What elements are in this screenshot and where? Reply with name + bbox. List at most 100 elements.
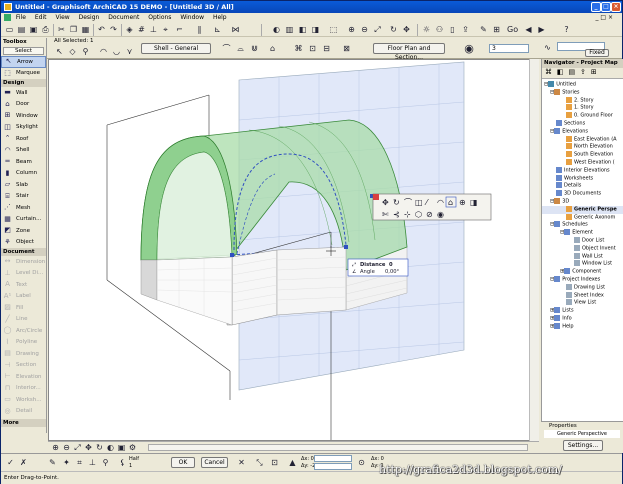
pan-view-icon[interactable]: ✥ — [83, 442, 94, 453]
shell-contour-1-icon[interactable]: ⌘ — [293, 43, 304, 54]
tree-drawing-list[interactable]: Drawing List — [542, 283, 623, 292]
shell-settings-button[interactable]: Shell - General — [141, 43, 211, 54]
tool-mesh[interactable]: ⋰ Mesh — [1, 202, 46, 214]
shell-shape-1-icon[interactable]: ⌒ — [221, 43, 232, 54]
go-icon[interactable]: Go — [506, 24, 518, 35]
zoom-out-view-icon[interactable]: ⊖ — [61, 442, 72, 453]
triangle-icon[interactable]: ▲ — [287, 457, 298, 468]
layer-icon[interactable]: ◈ — [124, 24, 135, 35]
help-icon[interactable]: ? — [561, 24, 572, 35]
tool-detail[interactable]: ◎ Detail — [1, 406, 46, 418]
tree-window-list[interactable]: Window List — [542, 260, 623, 268]
zoom-in-view-icon[interactable]: ⊕ — [50, 442, 61, 453]
previous-view-icon[interactable]: ◀ — [523, 24, 534, 35]
tool-slab[interactable]: ▱ Slab — [1, 179, 46, 191]
target-icon[interactable]: ⊙ — [356, 457, 367, 468]
menu-view[interactable]: View — [55, 14, 69, 21]
tree-worksheets[interactable]: Worksheets — [542, 174, 623, 183]
document-group-header[interactable]: Document — [1, 248, 46, 256]
tree-info[interactable]: ⊞ Info — [542, 314, 623, 323]
menu-design[interactable]: Design — [79, 14, 100, 21]
gravity-icon[interactable]: ◉ — [461, 40, 477, 56]
tool-label[interactable]: A¹ Label — [1, 291, 46, 303]
close-button[interactable]: × — [611, 2, 621, 12]
zoom-out-icon[interactable]: ⊖ — [359, 24, 370, 35]
paste-icon[interactable]: ▦ — [80, 24, 91, 35]
tool-curtain-wall[interactable]: ▦ Curtain... — [1, 214, 46, 226]
tree-generic-axonometry[interactable]: Generic Axonom — [542, 213, 623, 222]
layout-book-icon[interactable]: ▯ — [447, 24, 458, 35]
tree-stories[interactable]: ⊟ Stories — [542, 88, 623, 97]
menu-document[interactable]: Document — [108, 14, 139, 21]
trim-icon[interactable]: ⋈ — [230, 24, 241, 35]
tool-window[interactable]: ⊞ Window — [1, 110, 46, 122]
magnifier-icon[interactable]: ⚲ — [100, 457, 111, 468]
fit-window-icon[interactable]: ⤢ — [372, 24, 383, 35]
geometry-method-2-icon[interactable]: ◡ — [111, 46, 122, 57]
tool-arc-circle[interactable]: ◯ Arc/Circle — [1, 325, 46, 337]
vertical-scrollbar[interactable] — [529, 59, 539, 441]
cross-icon[interactable]: ✗ — [18, 457, 29, 468]
pet-palette[interactable]: ✥ ↻ ⌒ ◫ ⁄ ◠ ⌂ ⊕ ◨ ✄ ⊰ ⊹ ⬡ ⊘ ◉ — [372, 193, 492, 221]
shell-shape-2-icon[interactable]: ⌓ — [235, 43, 246, 54]
snap-icon[interactable]: ⌖ — [160, 24, 171, 35]
tree-untitled[interactable]: ⊟ Untitled — [542, 81, 623, 89]
tree-west-elevation[interactable]: West Elevation ( — [542, 158, 623, 167]
copy-icon[interactable]: ❐ — [68, 24, 79, 35]
tree-generic-perspective[interactable]: Generic Perspe — [542, 205, 623, 214]
close-control-icon[interactable]: ✕ — [236, 457, 247, 468]
tree-help[interactable]: ⊞ Help — [542, 322, 623, 331]
tool-level-dimension[interactable]: ⊥ Level Di... — [1, 268, 46, 280]
tool-stair[interactable]: ⌸ Stair — [1, 191, 46, 203]
3d-scene[interactable]: ✥ ↻ ⌒ ◫ ⁄ ◠ ⌂ ⊕ ◨ ✄ ⊰ ⊹ ⬡ ⊘ ◉ ⤢ Distance 0 ∠ Angle… — [49, 60, 539, 441]
snap-grid-icon[interactable]: ⌗ — [74, 457, 85, 468]
tool-zone[interactable]: ◩ Zone — [1, 225, 46, 237]
perpendicular-icon[interactable]: ⊾ — [212, 24, 223, 35]
nav-3d-icon[interactable]: ◐ — [271, 24, 282, 35]
window-tile-icon[interactable]: ⊞ — [491, 24, 502, 35]
selection-arrow-icon[interactable]: ↖ — [54, 46, 65, 57]
open-file-icon[interactable]: ▤ — [16, 24, 27, 35]
tree-south-elevation[interactable]: South Elevation — [542, 151, 623, 159]
tool-shell[interactable]: ◠ Shell — [1, 145, 46, 157]
shell-contour-3-icon[interactable]: ⊟ — [321, 43, 332, 54]
tree-3d[interactable]: ⊟ 3D — [542, 197, 623, 206]
tool-door[interactable]: ⌂ Door — [1, 99, 46, 111]
shell-shape-4-icon[interactable]: ⌂ — [267, 43, 278, 54]
tool-roof[interactable]: ⌃ Roof — [1, 133, 46, 145]
publisher-icon[interactable]: ⇪ — [580, 68, 586, 76]
floor-plan-icon[interactable]: ▥ — [284, 24, 295, 35]
document-icon[interactable] — [4, 14, 11, 21]
elevation-view-icon[interactable]: ◨ — [310, 24, 321, 35]
tree-view-list[interactable]: View List — [542, 299, 623, 307]
dx-field[interactable] — [314, 455, 352, 462]
parallel-icon[interactable]: ∥ — [194, 24, 205, 35]
mdi-controls[interactable]: _ □ × — [595, 13, 613, 23]
project-map-icon[interactable]: ⌘ — [545, 68, 552, 76]
shell-contour-2-icon[interactable]: ⊡ — [307, 43, 318, 54]
menu-options[interactable]: Options — [148, 14, 171, 21]
angle-field[interactable]: 3 — [489, 44, 529, 53]
cut-icon[interactable]: ✂ — [56, 24, 67, 35]
tree-details[interactable]: Details — [542, 182, 623, 190]
geometry-method-3-icon[interactable]: ⋎ — [124, 46, 135, 57]
layout-book-nav-icon[interactable]: ▤ — [568, 68, 575, 76]
properties-header[interactable]: Properties — [541, 422, 623, 430]
selection-filter-icon[interactable]: ⚲ — [80, 46, 91, 57]
organizer-icon[interactable]: ⊞ — [591, 68, 597, 76]
menu-file[interactable]: File — [16, 14, 26, 21]
tree-lists[interactable]: ⊞ Lists — [542, 307, 623, 315]
print-icon[interactable]: ⎙ — [40, 24, 51, 35]
cancel-button[interactable]: Cancel — [201, 457, 228, 468]
publish-icon[interactable]: ⇪ — [460, 24, 471, 35]
tree-story-0[interactable]: 0. Ground Floor — [542, 112, 623, 120]
view-map-icon[interactable]: ◧ — [557, 68, 564, 76]
guide-icon[interactable]: ⚸ — [117, 457, 128, 468]
pen-icon[interactable]: ✎ — [47, 457, 58, 468]
design-group-header[interactable]: Design — [1, 79, 46, 87]
tree-sections[interactable]: Sections — [542, 119, 623, 128]
render-icon[interactable]: ☼ — [421, 24, 432, 35]
zoom-previous-icon[interactable]: ◐ — [105, 442, 116, 453]
section-view-icon[interactable]: ◧ — [297, 24, 308, 35]
horizontal-scrollbar[interactable] — [148, 444, 528, 451]
